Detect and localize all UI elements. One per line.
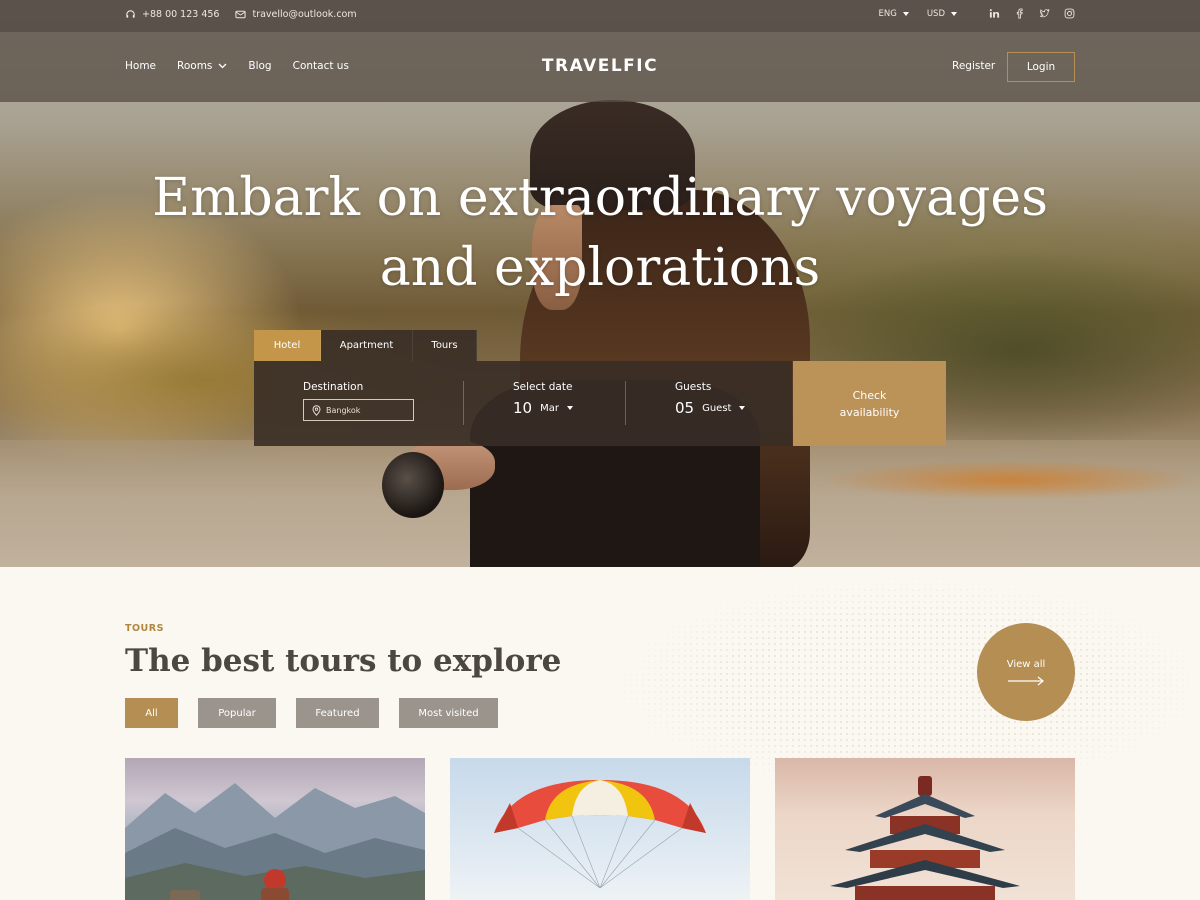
- check-label-line1: Check: [852, 388, 887, 402]
- hero-headline-line1: Embark on extraordinary voyages: [152, 168, 1048, 228]
- location-pin-icon: [312, 404, 321, 416]
- guests-field: Guests 05 Guest: [675, 381, 746, 417]
- site-logo[interactable]: TRAVELFIC: [542, 56, 658, 76]
- nav-blog[interactable]: Blog: [248, 60, 271, 72]
- search-tabs: Hotel Apartment Tours: [254, 330, 477, 361]
- nav-rooms-label: Rooms: [177, 60, 213, 72]
- phone-number: +88 00 123 456: [142, 9, 220, 20]
- currency-select[interactable]: USD: [927, 9, 957, 19]
- filter-all[interactable]: All: [125, 698, 178, 728]
- linkedin-icon[interactable]: [989, 8, 1000, 19]
- guests-unit: Guest: [702, 402, 732, 414]
- filter-featured[interactable]: Featured: [296, 698, 379, 728]
- nav-home[interactable]: Home: [125, 60, 156, 72]
- email-address: travello@outlook.com: [252, 9, 357, 20]
- nav-rooms[interactable]: Rooms: [177, 60, 227, 72]
- filter-popular[interactable]: Popular: [198, 698, 276, 728]
- hero-camera: [382, 452, 444, 518]
- register-link[interactable]: Register: [952, 60, 995, 72]
- arrow-right-icon: [1008, 676, 1044, 685]
- twitter-icon[interactable]: [1039, 8, 1050, 19]
- hero-autumn-foliage: [820, 460, 1200, 500]
- language-value: ENG: [878, 8, 897, 19]
- currency-value: USD: [926, 8, 945, 19]
- tour-card-pagoda[interactable]: [775, 758, 1075, 900]
- nav-contact-label: Contact us: [292, 60, 349, 72]
- tab-hotel[interactable]: Hotel: [254, 330, 321, 361]
- date-month: Mar: [540, 402, 559, 414]
- chevron-down-icon: [218, 63, 227, 69]
- tab-tours[interactable]: Tours: [413, 330, 477, 361]
- hero-headline: Embark on extraordinary voyages and expl…: [0, 163, 1200, 303]
- divider: [463, 381, 464, 425]
- nav-contact[interactable]: Contact us: [293, 60, 349, 72]
- guests-picker[interactable]: 05 Guest: [675, 399, 746, 417]
- date-field: Select date 10 Mar: [513, 381, 573, 417]
- tab-apartment[interactable]: Apartment: [321, 330, 413, 361]
- nav-blog-label: Blog: [248, 60, 272, 72]
- date-day: 10: [513, 399, 533, 417]
- email-link[interactable]: travello@outlook.com: [235, 9, 357, 20]
- divider: [625, 381, 626, 425]
- guests-count: 05: [675, 399, 695, 417]
- mountain-image: [125, 783, 425, 900]
- date-label: Select date: [513, 381, 573, 393]
- language-select[interactable]: ENG: [879, 9, 909, 19]
- view-all-button[interactable]: View all: [977, 623, 1075, 721]
- check-availability-button[interactable]: Check availability: [793, 361, 946, 446]
- parachute-image: [494, 780, 706, 889]
- date-picker[interactable]: 10 Mar: [513, 399, 573, 417]
- facebook-icon[interactable]: [1014, 8, 1025, 19]
- top-bar: +88 00 123 456 travello@outlook.com ENG …: [0, 0, 1200, 32]
- chevron-down-icon: [739, 406, 746, 410]
- tour-card-mountains[interactable]: [125, 758, 425, 900]
- search-panel: Destination Bangkok Select date 10 Mar G…: [254, 361, 792, 446]
- chevron-down-icon: [951, 11, 957, 16]
- view-all-label: View all: [1006, 658, 1046, 670]
- nav-menu: Home Rooms Blog Contact us: [125, 60, 349, 72]
- instagram-icon[interactable]: [1064, 8, 1075, 19]
- destination-value: Bangkok: [326, 405, 361, 415]
- filter-most-visited[interactable]: Most visited: [399, 698, 498, 728]
- destination-field: Destination Bangkok: [303, 381, 414, 421]
- destination-label: Destination: [303, 381, 364, 393]
- phone-link[interactable]: +88 00 123 456: [125, 9, 219, 20]
- pagoda-image: [830, 776, 1020, 900]
- hero-headline-line2: and explorations: [379, 238, 821, 298]
- check-label-line2: availability: [839, 405, 900, 419]
- tour-filters: All Popular Featured Most visited: [125, 698, 498, 728]
- chevron-down-icon: [902, 11, 909, 16]
- social-links: [989, 8, 1075, 19]
- mail-icon: [235, 10, 247, 19]
- section-kicker: TOURS: [125, 623, 164, 634]
- section-title: The best tours to explore: [125, 643, 562, 679]
- chevron-down-icon: [566, 406, 573, 410]
- main-navbar: Home Rooms Blog Contact us TRAVELFIC Reg…: [0, 32, 1200, 102]
- guests-label: Guests: [675, 381, 712, 393]
- login-button[interactable]: Login: [1007, 52, 1075, 82]
- nav-home-label: Home: [125, 60, 157, 72]
- destination-input[interactable]: Bangkok: [303, 399, 414, 421]
- tour-card-paragliding[interactable]: [450, 758, 750, 900]
- headset-icon: [126, 10, 135, 18]
